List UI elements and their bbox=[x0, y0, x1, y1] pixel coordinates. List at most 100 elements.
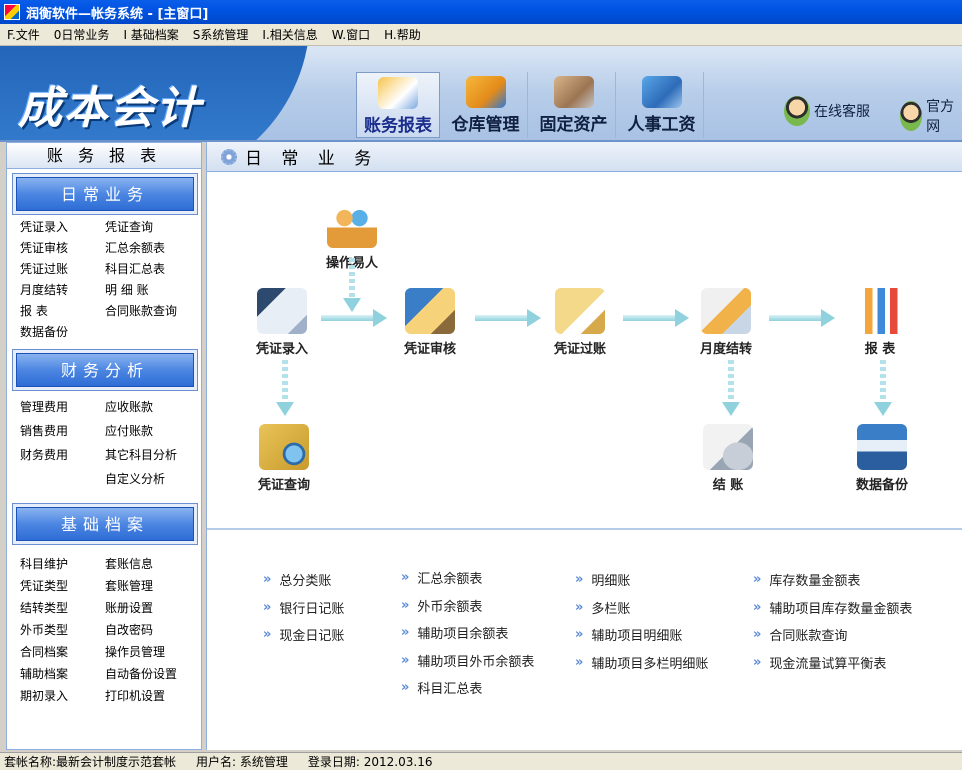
sidebar-link[interactable]: 合同账款查询 bbox=[97, 301, 197, 322]
report-link[interactable]: 辅助项目外币余额表 bbox=[401, 647, 534, 675]
sidebar-link[interactable]: 科目维护 bbox=[12, 553, 97, 575]
sidebar-link[interactable]: 财务费用 bbox=[12, 443, 97, 467]
report-link[interactable]: 银行日记账 bbox=[263, 594, 344, 622]
sidebar-link[interactable]: 自动备份设置 bbox=[97, 663, 197, 685]
sidebar-link[interactable]: 汇总余额表 bbox=[97, 238, 197, 259]
report-link[interactable]: 明细账 bbox=[575, 566, 708, 594]
sidebar-link[interactable]: 凭证录入 bbox=[12, 217, 97, 238]
sidebar-link[interactable]: 数据备份 bbox=[12, 322, 97, 343]
report-link[interactable]: 辅助项目库存数量金额表 bbox=[753, 594, 912, 622]
sidebar-link[interactable]: 操作员管理 bbox=[97, 641, 197, 663]
report-link[interactable]: 辅助项目余额表 bbox=[401, 619, 534, 647]
flow-voucher-post[interactable]: 凭证过账 bbox=[545, 288, 615, 357]
sidebar-link[interactable]: 套账信息 bbox=[97, 553, 197, 575]
report-link[interactable]: 汇总余额表 bbox=[401, 564, 534, 592]
flow-voucher-entry[interactable]: 凭证录入 bbox=[249, 288, 315, 357]
report-link[interactable]: 多栏账 bbox=[575, 594, 708, 622]
section-title[interactable]: 财务分析 bbox=[16, 353, 194, 387]
menu-system[interactable]: S系统管理 bbox=[186, 26, 256, 43]
flow-data-backup[interactable]: 数据备份 bbox=[847, 424, 917, 493]
arrow-right bbox=[321, 309, 387, 327]
official-site-link[interactable]: 官方网 bbox=[900, 96, 962, 136]
sidebar-link[interactable]: 管理费用 bbox=[12, 395, 97, 419]
report-column: 库存数量金额表 辅助项目库存数量金额表 合同账款查询 现金流量试算平衡表 bbox=[753, 566, 912, 676]
support-agent-icon bbox=[900, 101, 923, 131]
menu-bar: F.文件 0日常业务 I 基础档案 S系统管理 I.相关信息 W.窗口 H.帮助 bbox=[0, 24, 962, 46]
coins-ledger-icon bbox=[703, 424, 753, 470]
section-title[interactable]: 日常业务 bbox=[16, 177, 194, 211]
main-title: 日 常 业 务 bbox=[245, 149, 379, 169]
window-title: 润衡软件—帐务系统 - [主窗口] bbox=[26, 6, 209, 22]
sidebar-link[interactable]: 凭证审核 bbox=[12, 238, 97, 259]
menu-window[interactable]: W.窗口 bbox=[325, 26, 377, 43]
sidebar-link[interactable]: 套账管理 bbox=[97, 575, 197, 597]
status-bar: 套帐名称:最新会计制度示范套帐 用户名: 系统管理 登录日期: 2012.03.… bbox=[0, 752, 962, 770]
sidebar-link[interactable]: 账册设置 bbox=[97, 597, 197, 619]
floppy-disk-icon bbox=[857, 424, 907, 470]
arrow-right bbox=[769, 309, 835, 327]
flow-close-books[interactable]: 结 账 bbox=[695, 424, 761, 493]
flow-voucher-query[interactable]: 凭证查询 bbox=[249, 424, 319, 493]
calendar-pen-icon bbox=[701, 288, 751, 334]
sidebar-link[interactable]: 合同档案 bbox=[12, 641, 97, 663]
sidebar-link[interactable]: 科目汇总表 bbox=[97, 259, 197, 280]
report-link[interactable]: 辅助项目明细账 bbox=[575, 621, 708, 649]
section-title[interactable]: 基础档案 bbox=[16, 507, 194, 541]
sidebar-title: 账 务 报 表 bbox=[7, 143, 201, 169]
menu-help[interactable]: H.帮助 bbox=[377, 26, 428, 43]
sidebar-link[interactable]: 销售费用 bbox=[12, 419, 97, 443]
sidebar-link[interactable]: 报 表 bbox=[12, 301, 97, 322]
report-link[interactable]: 外币余额表 bbox=[401, 592, 534, 620]
people-icon bbox=[641, 76, 682, 108]
sidebar-link[interactable]: 自定义分析 bbox=[97, 467, 197, 491]
report-link[interactable]: 库存数量金额表 bbox=[753, 566, 912, 594]
arrow-right bbox=[475, 309, 541, 327]
flow-voucher-audit[interactable]: 凭证审核 bbox=[397, 288, 463, 357]
main-panel: 日 常 业 务 操作易人 凭证录入 凭证审核 凭证过账 月度结转 bbox=[206, 142, 962, 750]
report-link[interactable]: 现金日记账 bbox=[263, 621, 344, 649]
sidebar-link[interactable]: 打印机设置 bbox=[97, 685, 197, 707]
sidebar-link[interactable]: 应付账款 bbox=[97, 419, 197, 443]
sidebar-link[interactable]: 明 细 账 bbox=[97, 280, 197, 301]
sidebar-link[interactable]: 凭证类型 bbox=[12, 575, 97, 597]
sidebar-link[interactable]: 月度结转 bbox=[12, 280, 97, 301]
menu-daily[interactable]: 0日常业务 bbox=[47, 26, 117, 43]
menu-info[interactable]: I.相关信息 bbox=[255, 26, 324, 43]
online-support-link[interactable]: 在线客服 bbox=[784, 96, 870, 126]
workflow-diagram: 操作易人 凭证录入 凭证审核 凭证过账 月度结转 报 表 bbox=[207, 172, 962, 530]
support-agent-icon bbox=[784, 96, 810, 126]
nav-hr-payroll[interactable]: 人事工资 bbox=[620, 72, 704, 138]
audit-stamp-icon bbox=[405, 288, 455, 334]
report-link[interactable]: 现金流量试算平衡表 bbox=[753, 649, 912, 677]
report-column: 汇总余额表 外币余额表 辅助项目余额表 辅助项目外币余额表 科目汇总表 bbox=[401, 564, 534, 702]
report-column: 总分类账 银行日记账 现金日记账 bbox=[263, 566, 344, 649]
flow-monthly-carryover[interactable]: 月度结转 bbox=[691, 288, 761, 357]
gear-icon bbox=[221, 148, 237, 165]
report-link[interactable]: 辅助项目多栏明细账 bbox=[575, 649, 708, 677]
app-logo: 成本会计 bbox=[18, 83, 202, 134]
nav-fixed-assets[interactable]: 固定资产 bbox=[532, 72, 616, 138]
report-links-panel: 总分类账 银行日记账 现金日记账 汇总余额表 外币余额表 辅助项目余额表 辅助项… bbox=[207, 532, 962, 750]
menu-file[interactable]: F.文件 bbox=[0, 26, 47, 43]
sidebar-link[interactable]: 结转类型 bbox=[12, 597, 97, 619]
arrow-down bbox=[343, 258, 361, 312]
sidebar-link[interactable]: 外币类型 bbox=[12, 619, 97, 641]
report-link[interactable]: 总分类账 bbox=[263, 566, 344, 594]
tools-icon bbox=[553, 76, 594, 108]
users-icon bbox=[327, 202, 377, 248]
report-link[interactable]: 科目汇总表 bbox=[401, 674, 534, 702]
sidebar-link[interactable]: 期初录入 bbox=[12, 685, 97, 707]
sidebar-link[interactable]: 凭证查询 bbox=[97, 217, 197, 238]
menu-basic[interactable]: I 基础档案 bbox=[116, 26, 185, 43]
report-link[interactable]: 合同账款查询 bbox=[753, 621, 912, 649]
sidebar-link[interactable]: 自改密码 bbox=[97, 619, 197, 641]
sidebar-link[interactable]: 应收账款 bbox=[97, 395, 197, 419]
bar-chart-icon bbox=[855, 288, 905, 334]
sidebar-link[interactable]: 辅助档案 bbox=[12, 663, 97, 685]
nav-ledger-reports[interactable]: 账务报表 bbox=[356, 72, 440, 138]
section-basic: 基础档案 科目维护 套账信息 凭证类型 套账管理 结转类型 账册设置 外币类型 … bbox=[12, 503, 198, 707]
flow-reports[interactable]: 报 表 bbox=[847, 288, 913, 357]
nav-warehouse[interactable]: 仓库管理 bbox=[444, 72, 528, 138]
sidebar-link[interactable]: 凭证过账 bbox=[12, 259, 97, 280]
sidebar-link[interactable]: 其它科目分析 bbox=[97, 443, 197, 467]
